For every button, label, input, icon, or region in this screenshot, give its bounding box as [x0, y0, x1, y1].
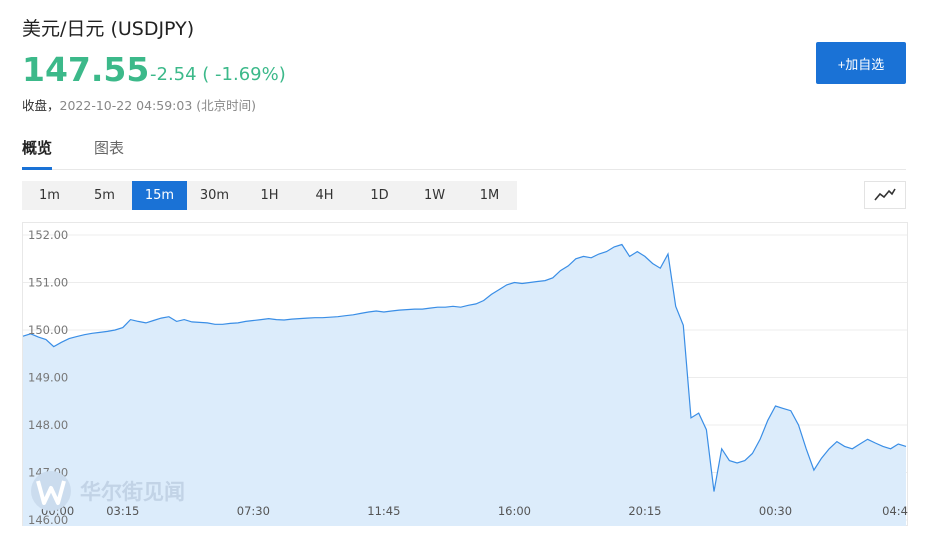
y-tick-label: 151.00: [28, 276, 68, 290]
line-chart-icon: [874, 188, 896, 201]
y-tick-label: 148.00: [28, 418, 68, 432]
period-30m[interactable]: 30m: [187, 181, 242, 210]
x-tick-label: 03:15: [106, 504, 139, 518]
quote-page: 美元/日元 (USDJPY) 147.55 -2.54 ( -1.69%) 收盘…: [0, 0, 925, 542]
period-selector: 1m 5m 15m 30m 1H 4H 1D 1W 1M: [22, 181, 517, 210]
period-1d[interactable]: 1D: [352, 181, 407, 210]
instrument-title: 美元/日元 (USDJPY): [22, 18, 195, 40]
last-price: 147.55: [22, 50, 150, 89]
period-1m[interactable]: 1m: [22, 181, 77, 210]
period-1w[interactable]: 1W: [407, 181, 462, 210]
tab-overview[interactable]: 概览: [22, 137, 53, 170]
period-4h[interactable]: 4H: [297, 181, 352, 210]
x-tick-label: 00:30: [759, 504, 792, 518]
market-status: 收盘，2022-10-22 04:59:03 (北京时间): [22, 95, 256, 114]
status-label: 收盘，: [22, 98, 60, 113]
period-1h[interactable]: 1H: [242, 181, 297, 210]
close-timestamp: 2022-10-22 04:59:03 (北京时间): [59, 98, 257, 113]
wallstreetcn-logo-icon: [31, 471, 71, 511]
period-15m[interactable]: 15m: [132, 181, 187, 210]
y-tick-label: 150.00: [28, 323, 68, 337]
chart-type-toggle[interactable]: [864, 181, 906, 209]
x-tick-label: 07:30: [237, 504, 270, 518]
x-tick-label: 04:4: [882, 504, 908, 518]
period-5m[interactable]: 5m: [77, 181, 132, 210]
view-tabs: 概览 图表: [22, 137, 906, 170]
watermark-text: 华尔街见闻: [80, 479, 185, 504]
y-tick-label: 149.00: [28, 371, 68, 385]
add-to-watchlist-button[interactable]: +加自选: [816, 42, 906, 84]
tab-chart[interactable]: 图表: [94, 137, 124, 167]
price-chart[interactable]: 152.00151.00150.00149.00148.00147.00146.…: [22, 222, 908, 526]
price-chart-svg: 152.00151.00150.00149.00148.00147.00146.…: [22, 222, 908, 526]
x-tick-label: 20:15: [628, 504, 661, 518]
x-tick-label: 11:45: [367, 504, 400, 518]
x-tick-label: 16:00: [498, 504, 531, 518]
y-tick-label: 152.00: [28, 228, 68, 242]
period-1mo[interactable]: 1M: [462, 181, 517, 210]
price-change: -2.54 ( -1.69%): [150, 64, 286, 85]
